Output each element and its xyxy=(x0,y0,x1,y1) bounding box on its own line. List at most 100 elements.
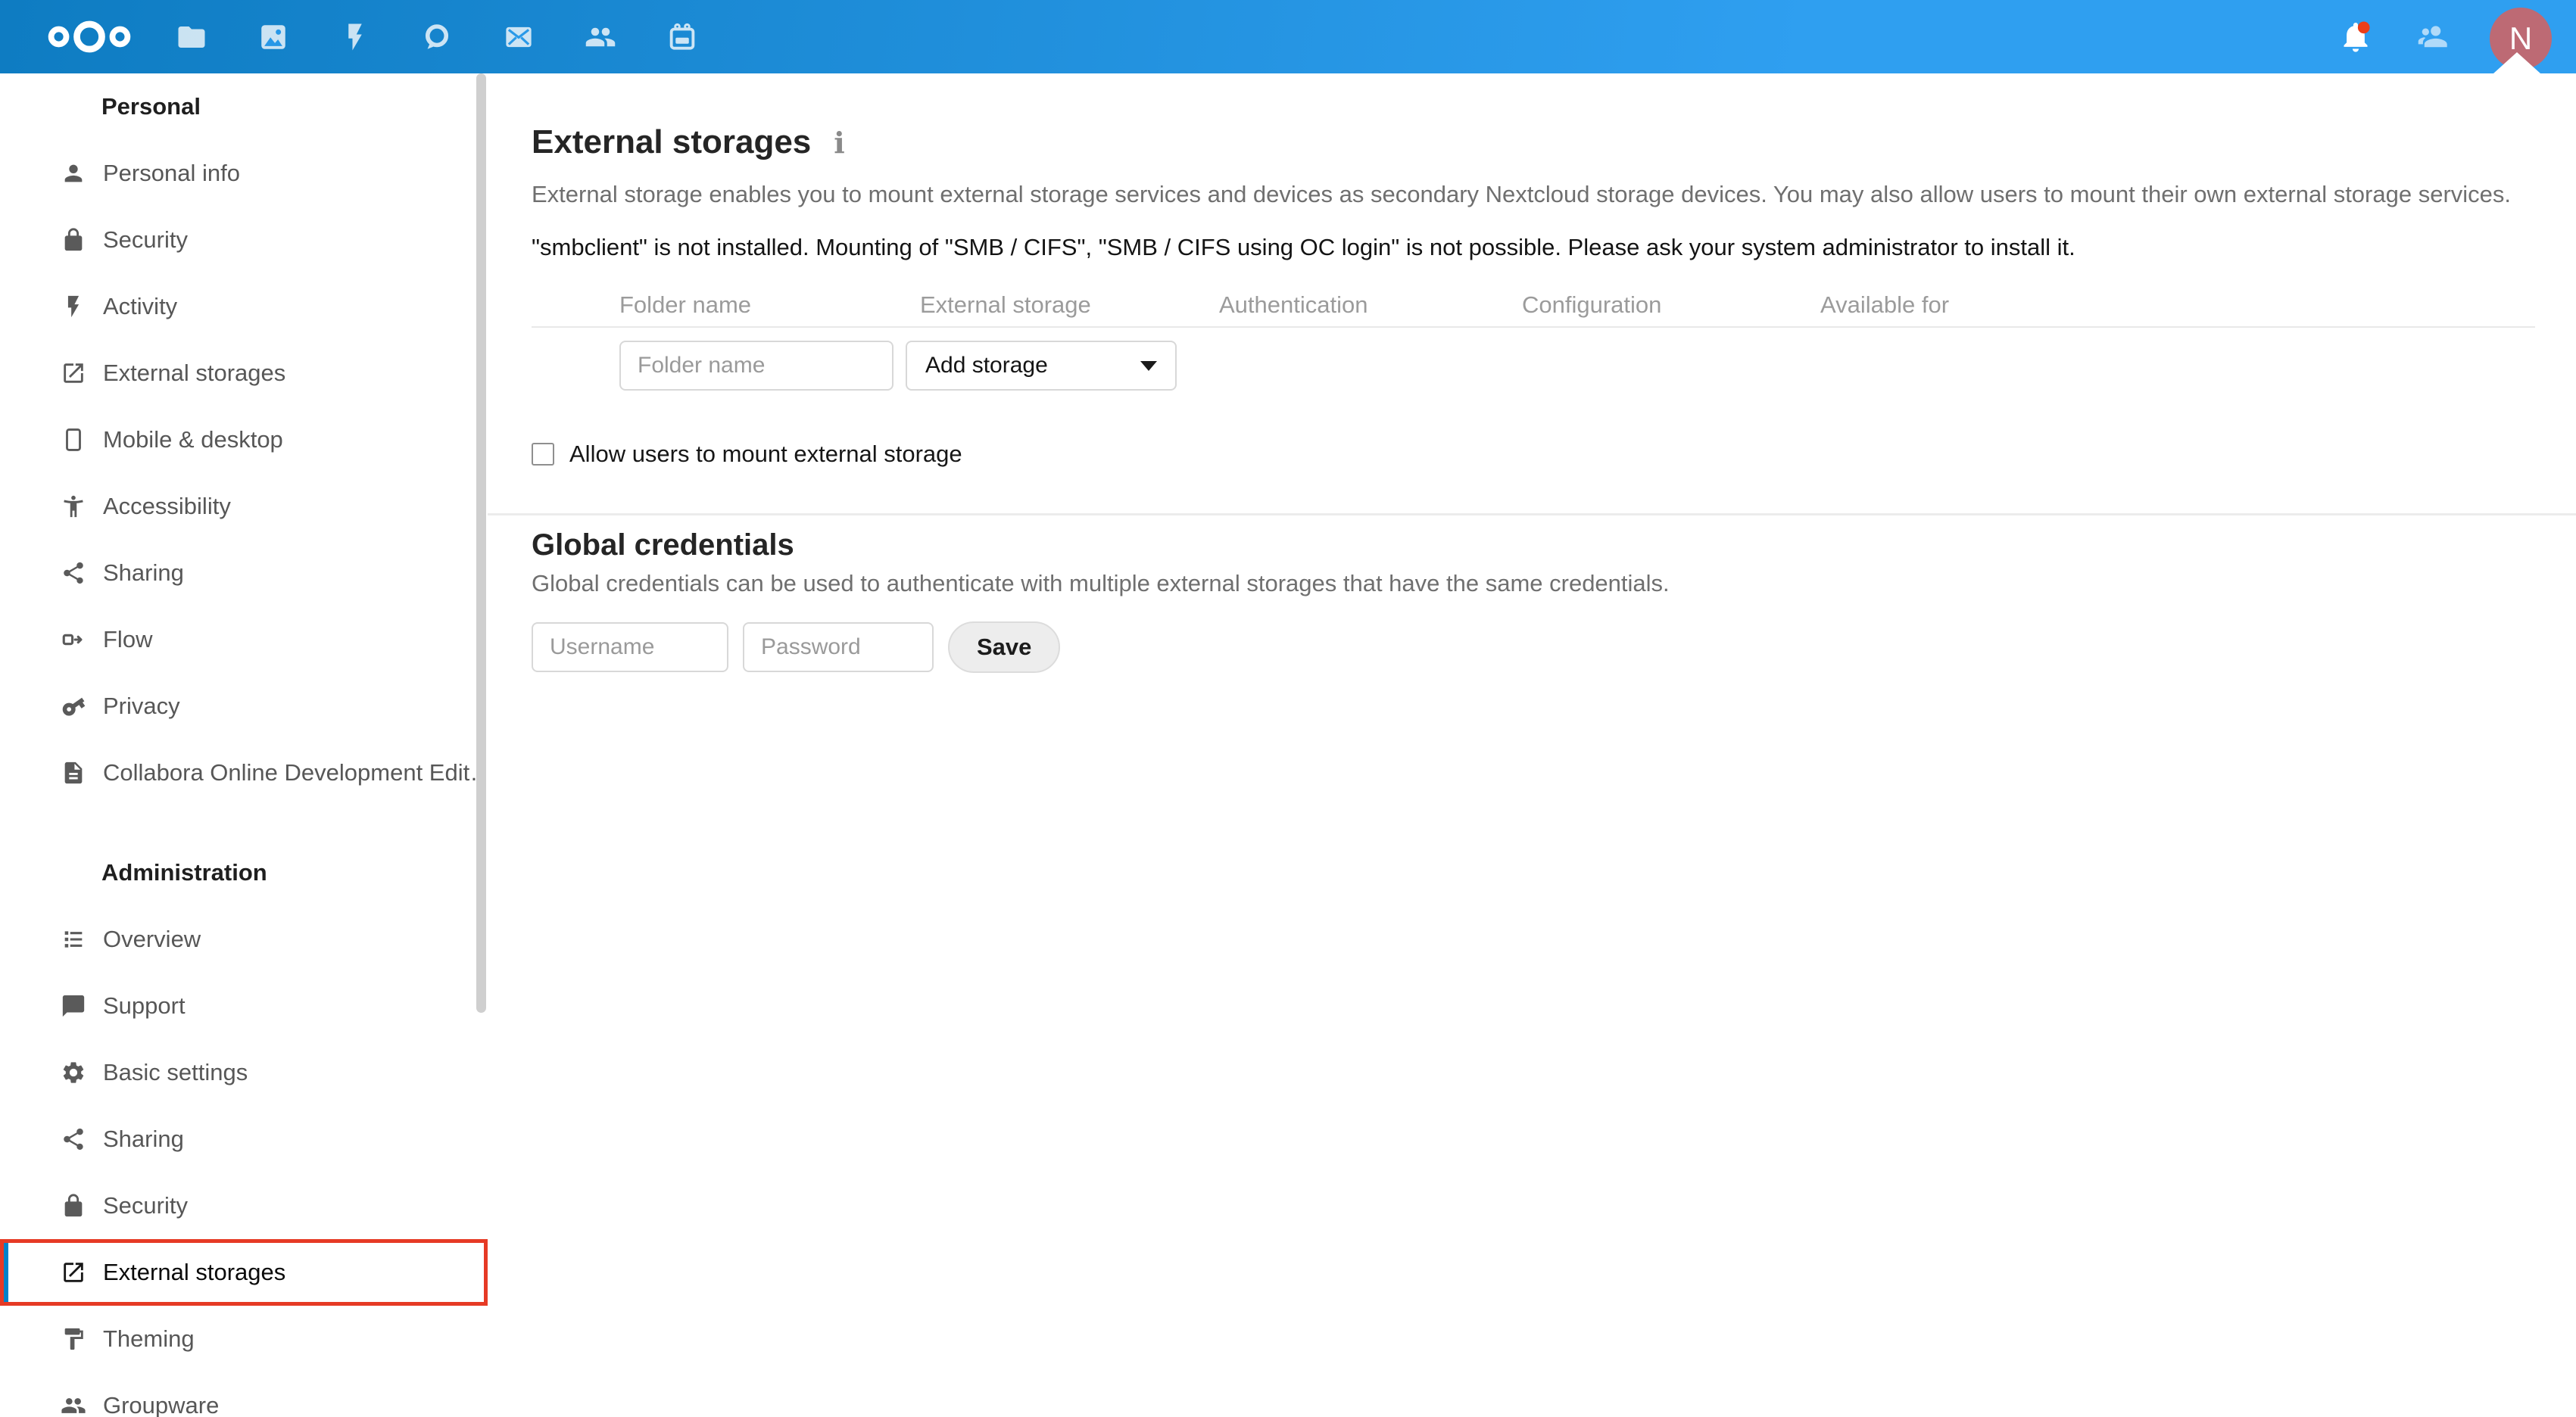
allow-users-label: Allow users to mount external storage xyxy=(569,441,962,467)
external-storages-table: Folder name External storage Authenticat… xyxy=(532,291,2535,416)
password-input[interactable] xyxy=(743,622,934,672)
sidebar-item-label: Personal info xyxy=(103,160,240,186)
avatar-caret-icon xyxy=(2493,52,2540,73)
sidebar-scrollbar[interactable] xyxy=(476,73,486,1013)
global-credentials-description: Global credentials can be used to authen… xyxy=(532,570,1670,596)
sidebar-item-groupware[interactable]: Groupware xyxy=(0,1372,488,1417)
photos-icon[interactable] xyxy=(257,21,289,53)
new-storage-row: Add storage xyxy=(532,328,2535,416)
sidebar-item-external-storages[interactable]: External storages xyxy=(0,340,488,406)
external-icon xyxy=(61,1260,86,1285)
contacts-icon[interactable] xyxy=(585,21,616,53)
calendar-icon[interactable] xyxy=(666,21,698,53)
column-spacer xyxy=(532,291,619,319)
sidebar-item-label: Activity xyxy=(103,293,178,319)
sidebar-item-activity[interactable]: Activity xyxy=(0,273,488,340)
share-icon xyxy=(61,560,86,586)
global-credentials-title: Global credentials xyxy=(532,528,794,562)
sidebar-item-label: Sharing xyxy=(103,559,184,586)
sidebar-item-label: Accessibility xyxy=(103,493,231,519)
lock-icon xyxy=(61,227,86,253)
nextcloud-logo-icon[interactable] xyxy=(47,19,132,54)
main-content: External storages i External storage ena… xyxy=(488,73,2576,1417)
sidebar-item-collabora-online-development-edit[interactable]: Collabora Online Development Edit… xyxy=(0,740,488,806)
allow-users-row: Allow users to mount external storage xyxy=(532,441,2535,468)
overview-icon xyxy=(61,926,86,952)
notifications-icon[interactable] xyxy=(2338,20,2373,54)
sidebar-item-label: Security xyxy=(103,226,188,253)
info-icon[interactable]: i xyxy=(834,126,844,160)
sidebar-item-support[interactable]: Support xyxy=(0,973,488,1039)
accessibility-icon xyxy=(61,494,86,519)
nextcloud-settings-page: { "colors": { "accent": "#0082c9", "head… xyxy=(0,0,2576,1417)
column-header-folder-name: Folder name xyxy=(619,291,752,318)
save-button[interactable]: Save xyxy=(948,621,1061,673)
sidebar-item-external-storages[interactable]: External storages xyxy=(0,1239,488,1306)
sidebar-item-label: External storages xyxy=(103,1259,286,1285)
section-caption-administration: Administration xyxy=(101,859,267,886)
chevron-down-icon xyxy=(1140,360,1157,371)
lock-icon xyxy=(61,1193,86,1219)
theming-icon xyxy=(61,1326,86,1352)
intro-text: External storage enables you to mount ex… xyxy=(532,181,2512,207)
activity-icon[interactable] xyxy=(339,21,371,53)
sidebar-item-label: Flow xyxy=(103,626,153,652)
contacts-menu-icon[interactable] xyxy=(2414,20,2449,54)
settings-icon xyxy=(61,1060,86,1085)
sidebar-item-label: Sharing xyxy=(103,1126,184,1152)
sidebar-item-label: Mobile & desktop xyxy=(103,426,283,453)
column-header-configuration: Configuration xyxy=(1522,291,1662,318)
flow-icon xyxy=(61,627,86,652)
sidebar-item-label: Privacy xyxy=(103,693,180,719)
sidebar-item-security[interactable]: Security xyxy=(0,207,488,273)
talk-icon[interactable] xyxy=(421,21,453,53)
column-header-available-for: Available for xyxy=(1820,291,1950,318)
sidebar-item-privacy[interactable]: Privacy xyxy=(0,673,488,740)
share-icon xyxy=(61,1126,86,1152)
sidebar-item-overview[interactable]: Overview xyxy=(0,906,488,973)
sidebar-item-sharing[interactable]: Sharing xyxy=(0,1106,488,1173)
add-storage-select[interactable]: Add storage xyxy=(906,341,1177,391)
username-input[interactable] xyxy=(532,622,728,672)
folder-name-input[interactable] xyxy=(619,341,893,391)
mail-icon[interactable] xyxy=(503,21,535,53)
table-header-row: Folder name External storage Authenticat… xyxy=(532,291,2535,328)
add-storage-select-value: Add storage xyxy=(925,353,1048,378)
smbclient-warning-text: "smbclient" is not installed. Mounting o… xyxy=(532,234,2075,260)
section-caption-personal: Personal xyxy=(101,93,201,120)
key-icon xyxy=(61,693,86,719)
user-icon xyxy=(61,160,86,186)
settings-sidebar: Personal Personal info Security Activity Ext… xyxy=(0,73,488,1417)
sidebar-item-security[interactable]: Security xyxy=(0,1173,488,1239)
sidebar-item-label: External storages xyxy=(103,360,286,386)
app-menu xyxy=(176,21,698,53)
sidebar-item-flow[interactable]: Flow xyxy=(0,606,488,673)
global-credentials-form: Save xyxy=(532,621,2535,673)
settings-nav: Personal Personal info Security Activity Ext… xyxy=(0,73,488,1417)
sidebar-item-sharing[interactable]: Sharing xyxy=(0,540,488,606)
column-header-authentication: Authentication xyxy=(1219,291,1368,318)
sidebar-item-personal-info[interactable]: Personal info xyxy=(0,140,488,207)
sidebar-item-label: Security xyxy=(103,1192,188,1219)
sidebar-item-label: Support xyxy=(103,992,186,1019)
section-divider xyxy=(488,513,2576,515)
sidebar-item-accessibility[interactable]: Accessibility xyxy=(0,473,488,540)
allow-users-checkbox[interactable] xyxy=(532,443,554,466)
page-title: External storages xyxy=(532,123,812,160)
files-icon[interactable] xyxy=(176,21,207,53)
sidebar-item-label: Collabora Online Development Edit… xyxy=(103,759,488,786)
sidebar-item-mobile-desktop[interactable]: Mobile & desktop xyxy=(0,406,488,473)
groupware-icon xyxy=(61,1393,86,1417)
sidebar-item-label: Basic settings xyxy=(103,1059,248,1085)
sidebar-item-label: Overview xyxy=(103,926,201,952)
top-header-bar: N xyxy=(0,0,2576,73)
sidebar-item-basic-settings[interactable]: Basic settings xyxy=(0,1039,488,1106)
column-header-external-storage: External storage xyxy=(920,291,1091,318)
mobile-icon xyxy=(61,427,86,453)
sidebar-item-theming[interactable]: Theming xyxy=(0,1306,488,1372)
document-icon xyxy=(61,760,86,786)
sidebar-item-label: Groupware xyxy=(103,1392,220,1417)
support-icon xyxy=(61,993,86,1019)
activity-icon xyxy=(61,294,86,319)
sidebar-item-label: Theming xyxy=(103,1325,195,1352)
